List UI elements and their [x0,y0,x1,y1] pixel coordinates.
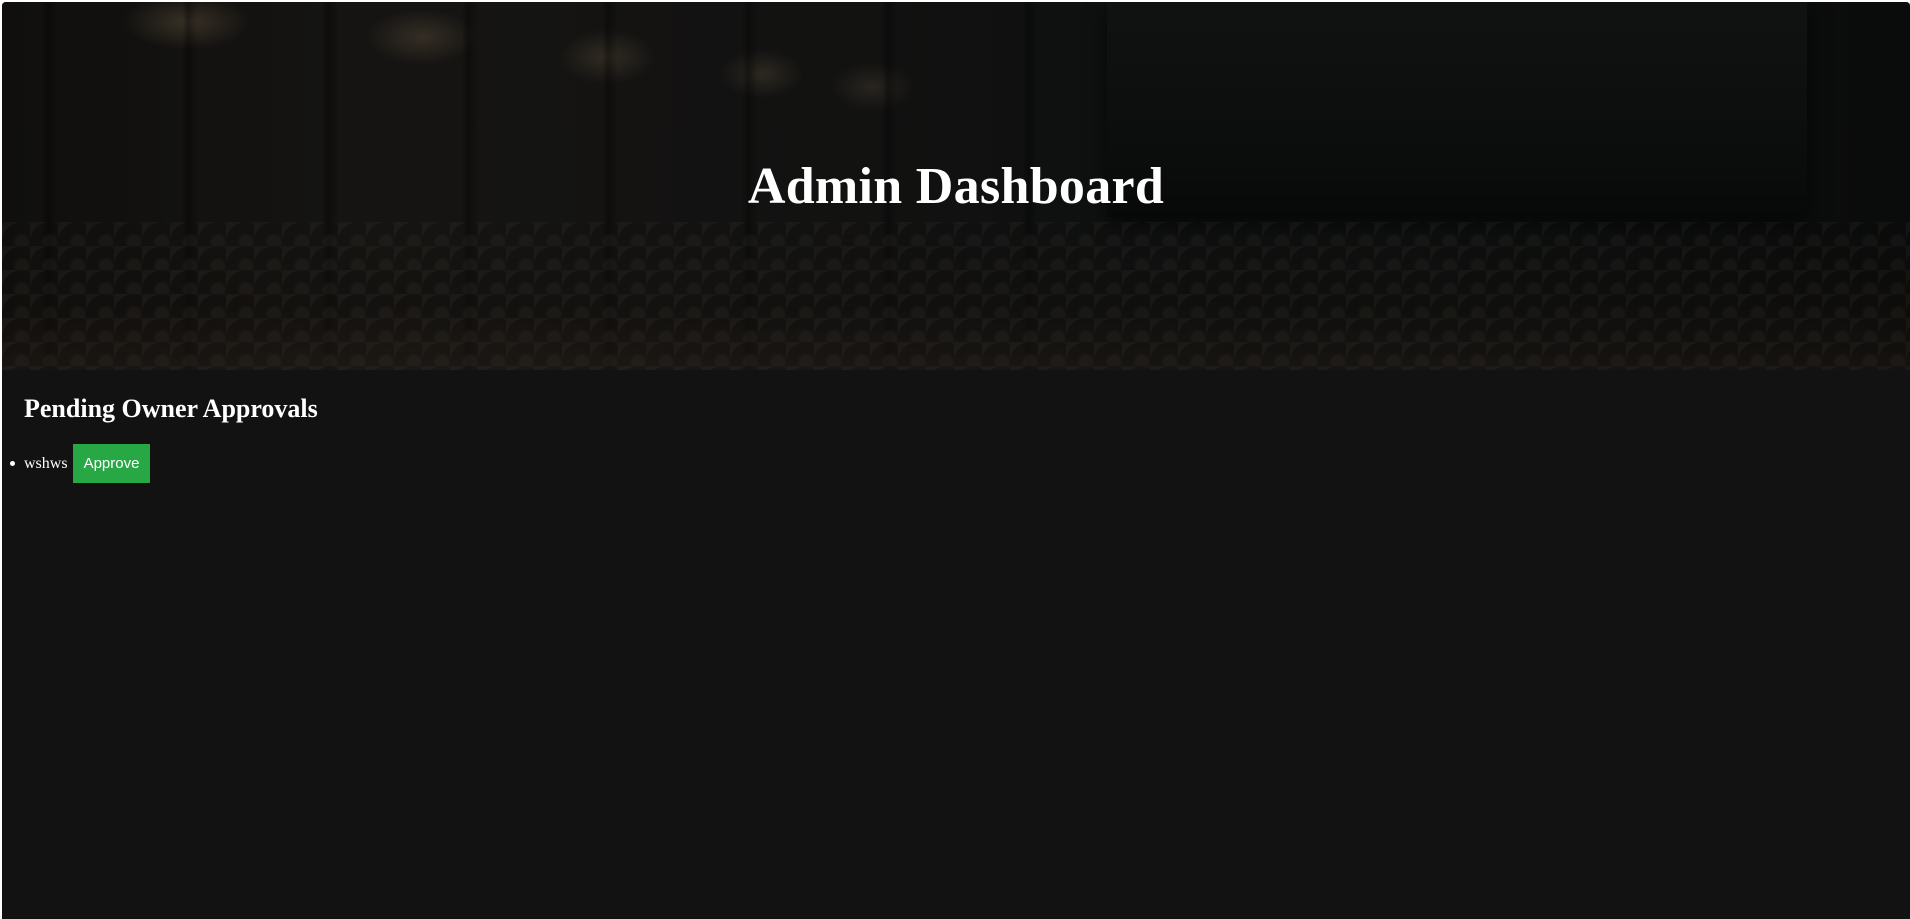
hero-banner: Admin Dashboard [2,2,1910,370]
bullet-icon [10,461,15,466]
owner-name: wshws [24,454,68,472]
approve-button[interactable]: Approve [72,444,151,483]
section-title: Pending Owner Approvals [24,394,318,423]
dashboard-window: Admin Dashboard Pending Owner Approvals … [2,2,1910,919]
page-title: Admin Dashboard [747,157,1165,215]
list-item: wshws Approve [10,444,151,483]
pending-approvals-list: wshws Approve [2,444,151,483]
